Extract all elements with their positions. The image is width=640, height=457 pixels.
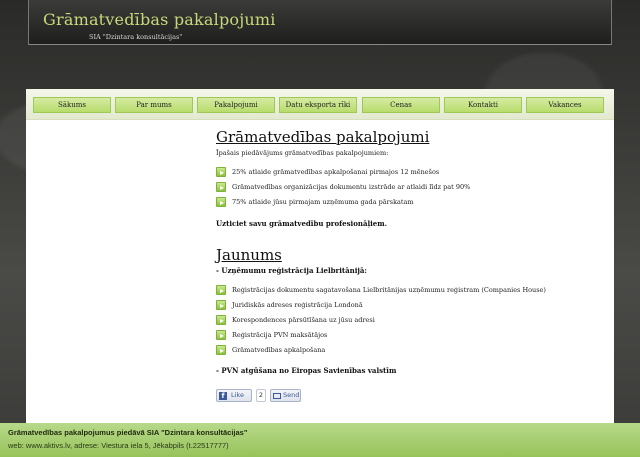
site-header: Grāmatvedības pakalpojumi SIA "Dzintara …: [28, 0, 612, 45]
list-item: 75% atlaide jūsu pirmajam uzņēmuma gada …: [216, 197, 606, 212]
news-list: Reģistrācijas dokumentu sagatavošana Lie…: [216, 285, 606, 360]
main-nav: Sākums Par mums Pakalpojumi Datu eksport…: [26, 89, 614, 120]
arrow-bullet-icon: [216, 300, 226, 310]
news-subheading: - Uzņēmumu reģistrācija Lielbritānijā:: [216, 266, 368, 275]
list-item: Reģistrācijas dokumentu sagatavošana Lie…: [216, 285, 606, 300]
arrow-bullet-icon: [216, 182, 226, 192]
list-item: Juridiskās adreses reģistrācija Londonā: [216, 300, 606, 315]
arrow-bullet-icon: [216, 197, 226, 207]
arrow-bullet-icon: [216, 285, 226, 295]
site-subtitle: SIA "Dzintara konsultācijas": [89, 33, 183, 41]
arrow-bullet-icon: [216, 167, 226, 177]
envelope-icon: [273, 393, 281, 399]
nav-item-datu-eksporta-riki[interactable]: Datu eksporta rīki: [279, 97, 357, 113]
tagline: Uzticiet savu grāmatvedību profesionāļie…: [216, 219, 388, 228]
arrow-bullet-icon: [216, 330, 226, 340]
arrow-bullet-icon: [216, 315, 226, 325]
content-card: Sākums Par mums Pakalpojumi Datu eksport…: [26, 89, 614, 449]
list-item: Grāmatvedības organizācijas dokumentu iz…: [216, 182, 606, 197]
arrow-bullet-icon: [216, 345, 226, 355]
footer-contacts: web: www.aktivs.lv, adrese: Viestura iel…: [8, 441, 229, 450]
nav-item-kontakti[interactable]: Kontakti: [444, 97, 522, 113]
nav-item-vakances[interactable]: Vakances: [526, 97, 604, 113]
list-item: Reģistrācija PVN maksātājos: [216, 330, 606, 345]
page-title: Grāmatvedības pakalpojumi: [216, 128, 430, 146]
offer-list: 25% atlaide grāmatvedības apkalpošanai p…: [216, 167, 606, 212]
vat-note: - PVN atgūšana no Eiropas Savienības val…: [216, 366, 397, 375]
news-heading: Jaunums: [216, 246, 282, 264]
nav-item-cenas[interactable]: Cenas: [362, 97, 440, 113]
site-footer: Grāmatvedības pakalpojumus piedāvā SIA "…: [0, 423, 640, 457]
nav-item-par-mums[interactable]: Par mums: [115, 97, 193, 113]
offer-intro: Īpašais piedāvājums grāmatvedības pakalp…: [216, 149, 389, 157]
footer-company: Grāmatvedības pakalpojumus piedāvā SIA "…: [8, 428, 248, 437]
nav-item-pakalpojumi[interactable]: Pakalpojumi: [197, 97, 275, 113]
list-item: Grāmatvedības apkalpošana: [216, 345, 606, 360]
facebook-icon: f: [219, 392, 227, 400]
like-count: 2: [256, 389, 266, 402]
site-title[interactable]: Grāmatvedības pakalpojumi: [43, 10, 276, 29]
nav-item-sakums[interactable]: Sākums: [33, 97, 111, 113]
list-item: 25% atlaide grāmatvedības apkalpošanai p…: [216, 167, 606, 182]
main-content: Grāmatvedības pakalpojumi Īpašais piedāv…: [216, 128, 606, 375]
facebook-send-button[interactable]: Send: [270, 389, 301, 402]
list-item: Korespondences pārsūtīšana uz jūsu adres…: [216, 315, 606, 330]
facebook-like-button[interactable]: f Like: [216, 389, 252, 402]
